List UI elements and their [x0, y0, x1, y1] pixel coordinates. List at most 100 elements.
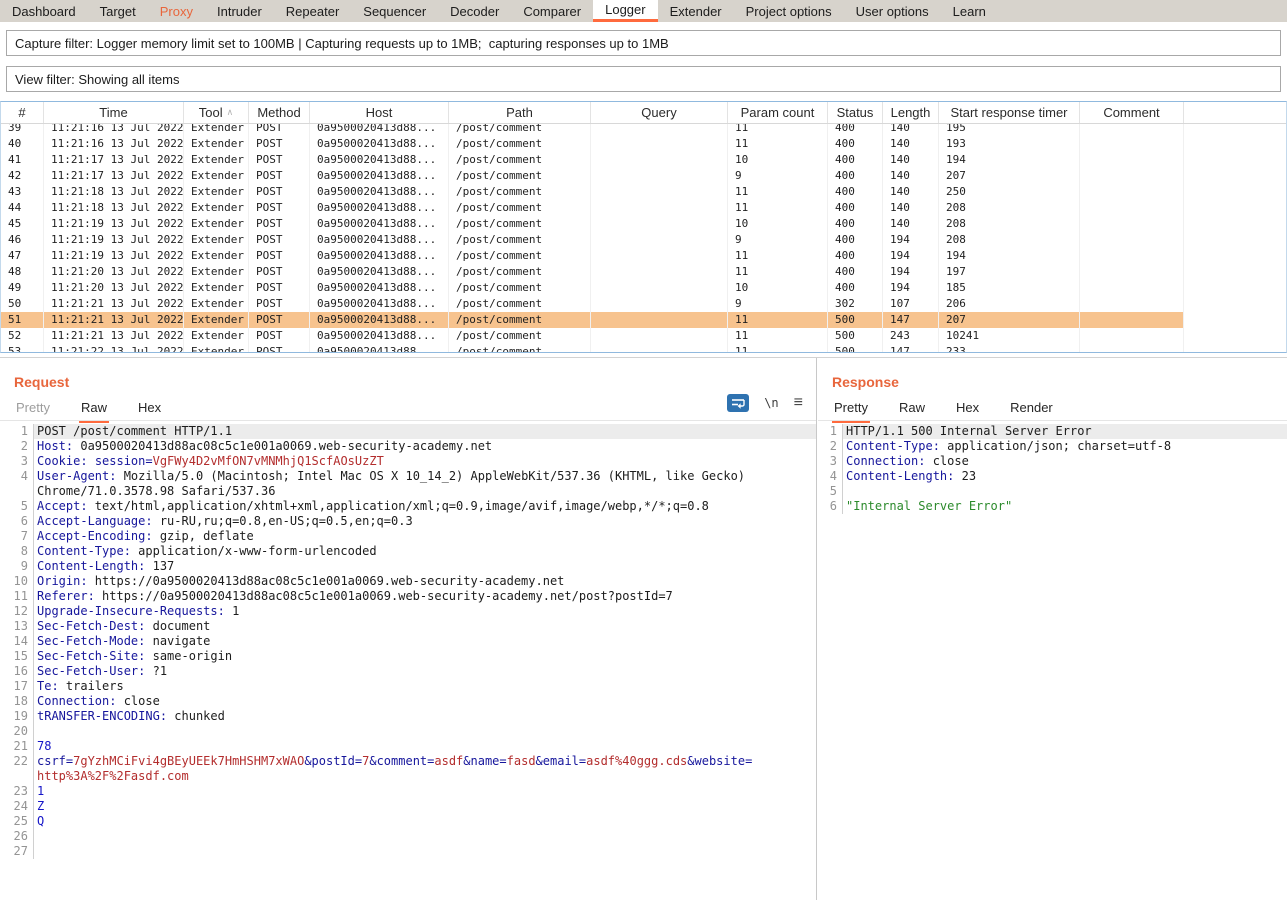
- column-header-status[interactable]: Status: [828, 102, 883, 123]
- table-row-51[interactable]: 5111:21:21 13 Jul 2022ExtenderPOST0a9500…: [1, 312, 1286, 328]
- table-row-43[interactable]: 4311:21:18 13 Jul 2022ExtenderPOST0a9500…: [1, 184, 1286, 200]
- request-line: 22csrf=7gYzhMCiFvi4gBEyUEEk7HmHSHM7xWAO&…: [0, 754, 816, 784]
- cell-query: [591, 152, 728, 168]
- request-token: trailers: [59, 679, 124, 693]
- column-header-param-count[interactable]: Param count: [728, 102, 828, 123]
- request-line-text: 78: [37, 739, 755, 754]
- menu-tab-repeater[interactable]: Repeater: [274, 0, 351, 22]
- column-header-host[interactable]: Host: [310, 102, 449, 123]
- column-header-start-response-timer[interactable]: Start response timer: [939, 102, 1080, 123]
- column-header-tool[interactable]: Tool∧: [184, 102, 249, 123]
- logger-entries-table[interactable]: # TimeTool∧MethodHostPathQueryParam count…: [0, 101, 1287, 353]
- cell-tool: Extender: [184, 264, 249, 280]
- cell-filler: [1184, 328, 1286, 344]
- response-token: 23: [954, 469, 976, 483]
- table-row-42[interactable]: 4211:21:17 13 Jul 2022ExtenderPOST0a9500…: [1, 168, 1286, 184]
- cell-query: [591, 168, 728, 184]
- column-header-label: #: [18, 105, 25, 120]
- capture-filter-bar[interactable]: Capture filter: Logger memory limit set …: [6, 30, 1281, 56]
- cell-comment: [1080, 216, 1184, 232]
- request-token: &website=: [687, 754, 752, 768]
- table-row-52[interactable]: 5211:21:21 13 Jul 2022ExtenderPOST0a9500…: [1, 328, 1286, 344]
- table-row-49[interactable]: 4911:21:20 13 Jul 2022ExtenderPOST0a9500…: [1, 280, 1286, 296]
- request-token: Accept:: [37, 499, 88, 513]
- menu-tab-project-options[interactable]: Project options: [734, 0, 844, 22]
- column-header-comment[interactable]: Comment: [1080, 102, 1184, 123]
- request-editor[interactable]: 1POST /post/comment HTTP/1.12Host: 0a950…: [0, 420, 816, 900]
- request-line-body: Accept: text/html,application/xhtml+xml,…: [34, 499, 816, 514]
- cell-length: 194: [883, 232, 939, 248]
- cell-param-count: 10: [728, 280, 828, 296]
- menu-tab-learn[interactable]: Learn: [941, 0, 998, 22]
- column-header-query[interactable]: Query: [591, 102, 728, 123]
- request-line-text: Content-Length: 137: [37, 559, 755, 574]
- menu-tab-user-options[interactable]: User options: [844, 0, 941, 22]
- cell-query: [591, 280, 728, 296]
- menu-tab-sequencer[interactable]: Sequencer: [351, 0, 438, 22]
- table-row-40[interactable]: 4011:21:16 13 Jul 2022ExtenderPOST0a9500…: [1, 136, 1286, 152]
- request-token: asdf%40ggg.cds: [586, 754, 687, 768]
- cell-time: 11:21:22 13 Jul 2022: [44, 344, 184, 353]
- cell-method: POST: [249, 232, 310, 248]
- request-line: 18Connection: close: [0, 694, 816, 709]
- response-token: Content-Type:: [846, 439, 940, 453]
- menu-tab-intruder[interactable]: Intruder: [205, 0, 274, 22]
- column-header-time[interactable]: Time: [44, 102, 184, 123]
- table-row-50[interactable]: 5011:21:21 13 Jul 2022ExtenderPOST0a9500…: [1, 296, 1286, 312]
- column-header-method[interactable]: Method: [249, 102, 310, 123]
- menu-tab-extender[interactable]: Extender: [658, 0, 734, 22]
- cell-length: 140: [883, 184, 939, 200]
- menu-tab-logger[interactable]: Logger: [593, 0, 657, 22]
- word-wrap-toggle-icon[interactable]: [727, 394, 749, 412]
- menu-tab-decoder[interactable]: Decoder: [438, 0, 511, 22]
- table-row-47[interactable]: 4711:21:19 13 Jul 2022ExtenderPOST0a9500…: [1, 248, 1286, 264]
- cell-query: [591, 124, 728, 136]
- request-line: 2Host: 0a9500020413d88ac08c5c1e001a0069.…: [0, 439, 816, 454]
- menu-tab-dashboard[interactable]: Dashboard: [0, 0, 88, 22]
- view-filter-bar[interactable]: View filter: Showing all items: [6, 66, 1281, 92]
- response-line-body: Connection: close: [843, 454, 1287, 469]
- cell-method: POST: [249, 124, 310, 136]
- column-header-length[interactable]: Length: [883, 102, 939, 123]
- cell-param-count: 11: [728, 184, 828, 200]
- table-row-45[interactable]: 4511:21:19 13 Jul 2022ExtenderPOST0a9500…: [1, 216, 1286, 232]
- cell-tool: Extender: [184, 184, 249, 200]
- request-line-number: 18: [0, 694, 34, 709]
- request-line-body: [34, 844, 816, 859]
- cell-status: 400: [828, 200, 883, 216]
- table-row-44[interactable]: 4411:21:18 13 Jul 2022ExtenderPOST0a9500…: [1, 200, 1286, 216]
- table-row-46[interactable]: 4611:21:19 13 Jul 2022ExtenderPOST0a9500…: [1, 232, 1286, 248]
- column-header-[interactable]: #: [1, 102, 44, 123]
- menu-tab-proxy[interactable]: Proxy: [148, 0, 205, 22]
- cell-timer: 207: [939, 312, 1080, 328]
- cell-status: 302: [828, 296, 883, 312]
- cell-length: 194: [883, 264, 939, 280]
- cell-method: POST: [249, 344, 310, 353]
- table-row-39[interactable]: 3911:21:16 13 Jul 2022ExtenderPOST0a9500…: [1, 124, 1286, 136]
- cell-query: [591, 264, 728, 280]
- table-row-48[interactable]: 4811:21:20 13 Jul 2022ExtenderPOST0a9500…: [1, 264, 1286, 280]
- response-editor[interactable]: 1HTTP/1.1 500 Internal Server Error2Cont…: [818, 420, 1287, 900]
- response-line-number: 2: [818, 439, 843, 454]
- request-line-number: 19: [0, 709, 34, 724]
- table-row-53[interactable]: 5311:21:22 13 Jul 2022ExtenderPOST0a9500…: [1, 344, 1286, 353]
- cell-param-count: 11: [728, 312, 828, 328]
- cell-time: 11:21:19 13 Jul 2022: [44, 232, 184, 248]
- menu-tab-target[interactable]: Target: [88, 0, 148, 22]
- editor-menu-icon[interactable]: ≡: [794, 395, 803, 411]
- newline-toggle-icon[interactable]: \n: [764, 396, 778, 410]
- cell-time: 11:21:18 13 Jul 2022: [44, 200, 184, 216]
- column-header-path[interactable]: Path: [449, 102, 591, 123]
- table-row-41[interactable]: 4111:21:17 13 Jul 2022ExtenderPOST0a9500…: [1, 152, 1286, 168]
- request-token: Accept-Language:: [37, 514, 153, 528]
- request-token: Content-Length:: [37, 559, 145, 573]
- request-token: 78: [37, 739, 51, 753]
- cell-status: 400: [828, 280, 883, 296]
- cell-length: 140: [883, 136, 939, 152]
- menu-tab-comparer[interactable]: Comparer: [511, 0, 593, 22]
- cell-length: 140: [883, 152, 939, 168]
- request-line-text: Origin: https://0a9500020413d88ac08c5c1e…: [37, 574, 755, 589]
- request-line: 16Sec-Fetch-User: ?1: [0, 664, 816, 679]
- table-body[interactable]: 3911:21:16 13 Jul 2022ExtenderPOST0a9500…: [1, 124, 1286, 353]
- cell-timer: 208: [939, 232, 1080, 248]
